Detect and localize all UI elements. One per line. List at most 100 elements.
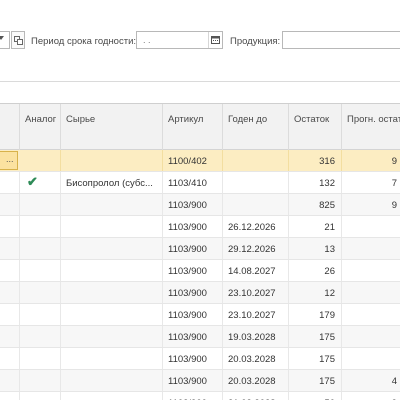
product-field[interactable] xyxy=(282,31,400,49)
cell-forecast: 7 xyxy=(342,172,400,193)
cell-analog: ✔ xyxy=(20,172,61,193)
chevron-down-icon xyxy=(0,36,4,40)
table-row[interactable]: 1103/900 26.12.2026 21 xyxy=(0,216,400,238)
cell-article: 1103/900 xyxy=(163,238,223,259)
table-row[interactable]: ... 1100/402 316 9 xyxy=(0,150,400,172)
col-header-article[interactable]: Артикул xyxy=(163,104,223,150)
cell-valid-until xyxy=(223,150,289,171)
table-row[interactable]: 1103/900 14.08.2027 26 xyxy=(0,260,400,282)
cell-analog xyxy=(20,370,61,391)
cell-valid-until: 23.10.2027 xyxy=(223,304,289,325)
cell-forecast xyxy=(342,260,400,281)
copy-button[interactable] xyxy=(11,31,25,49)
cell-article: 1103/900 xyxy=(163,370,223,391)
cell-first xyxy=(0,216,20,237)
cell-analog xyxy=(20,304,61,325)
table-row[interactable]: 1103/900 23.10.2027 179 xyxy=(0,304,400,326)
cell-forecast: 9 xyxy=(342,150,400,171)
cell-first xyxy=(0,282,20,303)
col-header-first[interactable] xyxy=(0,104,20,150)
cell-article: 1103/900 xyxy=(163,282,223,303)
col-header-raw[interactable]: Сырье xyxy=(61,104,163,150)
cell-forecast: 9 xyxy=(342,392,400,400)
row-selector[interactable]: ... xyxy=(0,151,18,170)
cell-balance: 26 xyxy=(289,260,342,281)
filter-toolbar: Период срока годности: . . Продукция: xyxy=(0,0,400,82)
calendar-button[interactable] xyxy=(208,32,222,48)
copy-icon xyxy=(14,36,23,45)
cell-article: 1103/900 xyxy=(163,348,223,369)
cell-balance: 50 xyxy=(289,392,342,400)
cell-raw: Бисопролол (субс... xyxy=(61,172,163,193)
table-row[interactable]: 1103/900 21.03.2028 50 9 xyxy=(0,392,400,400)
dropdown-button[interactable] xyxy=(0,31,10,49)
col-header-balance[interactable]: Остаток xyxy=(289,104,342,150)
cell-balance: 316 xyxy=(289,150,342,171)
cell-raw xyxy=(61,370,163,391)
cell-valid-until: 21.03.2028 xyxy=(223,392,289,400)
product-label: Продукция: xyxy=(230,36,281,47)
cell-valid-until: 20.03.2028 xyxy=(223,370,289,391)
col-header-valid-until[interactable]: Годен до xyxy=(223,104,289,150)
table-header: Аналог Сырье Артикул Годен до Остаток Пр… xyxy=(0,104,400,150)
cell-valid-until: 26.12.2026 xyxy=(223,216,289,237)
cell-first xyxy=(0,392,20,400)
expiry-period-field[interactable]: . . xyxy=(136,31,223,49)
cell-analog xyxy=(20,326,61,347)
table-row[interactable]: ✔ Бисопролол (субс... 1103/410 132 7 xyxy=(0,172,400,194)
cell-forecast xyxy=(342,326,400,347)
cell-article: 1103/900 xyxy=(163,216,223,237)
cell-raw xyxy=(61,150,163,171)
cell-first xyxy=(0,260,20,281)
cell-first xyxy=(0,370,20,391)
cell-forecast xyxy=(342,348,400,369)
cell-balance: 21 xyxy=(289,216,342,237)
cell-valid-until: 23.10.2027 xyxy=(223,282,289,303)
cell-analog xyxy=(20,216,61,237)
table-row[interactable]: 1103/900 20.03.2028 175 4 xyxy=(0,370,400,392)
cell-article: 1103/900 xyxy=(163,260,223,281)
stock-table: Аналог Сырье Артикул Годен до Остаток Пр… xyxy=(0,103,400,400)
cell-analog xyxy=(20,392,61,400)
cell-first xyxy=(0,304,20,325)
cell-article: 1103/900 xyxy=(163,194,223,215)
col-header-analog[interactable]: Аналог xyxy=(20,104,61,150)
cell-first xyxy=(0,172,20,193)
cell-balance: 175 xyxy=(289,326,342,347)
cell-balance: 175 xyxy=(289,348,342,369)
toolbar-divider xyxy=(0,81,400,82)
table-row[interactable]: 1103/900 23.10.2027 12 xyxy=(0,282,400,304)
expiry-period-value: . . xyxy=(143,35,151,45)
cell-balance: 132 xyxy=(289,172,342,193)
table-row[interactable]: 1103/900 20.03.2028 175 xyxy=(0,348,400,370)
cell-balance: 825 xyxy=(289,194,342,215)
table-row[interactable]: 1103/900 19.03.2028 175 xyxy=(0,326,400,348)
cell-first xyxy=(0,326,20,347)
cell-forecast: 9 xyxy=(342,194,400,215)
cell-raw xyxy=(61,282,163,303)
col-header-forecast[interactable]: Прогн. остат xyxy=(342,104,400,150)
cell-balance: 179 xyxy=(289,304,342,325)
calendar-icon xyxy=(211,36,220,44)
cell-analog xyxy=(20,150,61,171)
cell-raw xyxy=(61,326,163,347)
cell-raw xyxy=(61,348,163,369)
cell-raw xyxy=(61,304,163,325)
cell-raw xyxy=(61,238,163,259)
cell-article: 1103/900 xyxy=(163,304,223,325)
cell-valid-until: 29.12.2026 xyxy=(223,238,289,259)
cell-valid-until xyxy=(223,172,289,193)
checkmark-icon: ✔ xyxy=(27,174,38,189)
cell-analog xyxy=(20,194,61,215)
cell-raw xyxy=(61,216,163,237)
cell-forecast xyxy=(342,238,400,259)
cell-first xyxy=(0,194,20,215)
cell-article: 1100/402 xyxy=(163,150,223,171)
table-row[interactable]: 1103/900 29.12.2026 13 xyxy=(0,238,400,260)
cell-forecast xyxy=(342,304,400,325)
cell-forecast xyxy=(342,282,400,303)
table-row[interactable]: 1103/900 825 9 xyxy=(0,194,400,216)
cell-analog xyxy=(20,238,61,259)
cell-first xyxy=(0,348,20,369)
cell-valid-until xyxy=(223,194,289,215)
